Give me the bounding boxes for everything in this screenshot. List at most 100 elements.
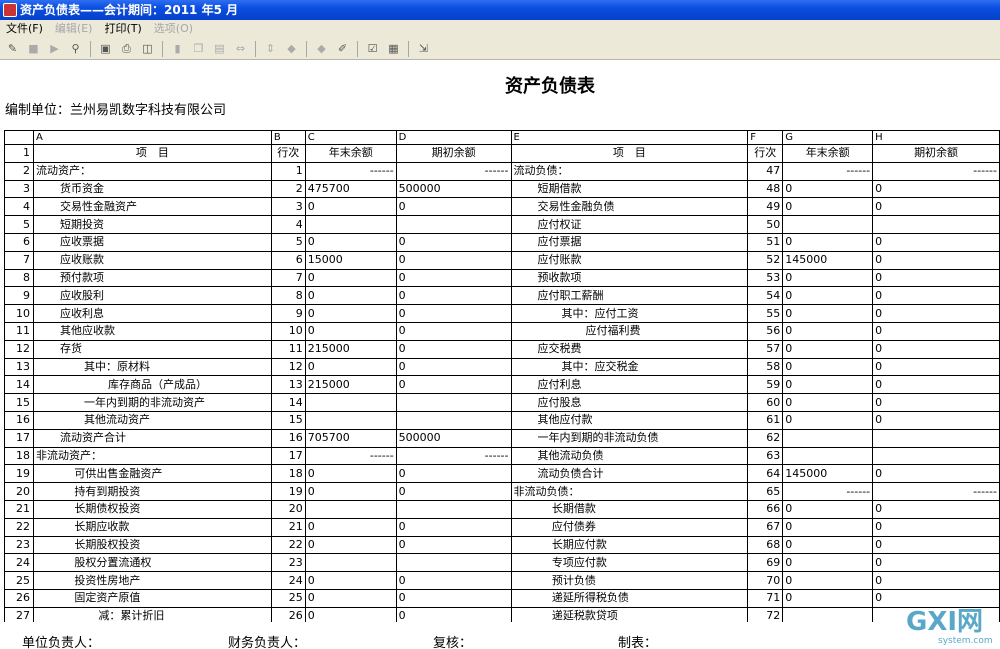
cell-f[interactable]: 54: [747, 286, 784, 306]
cell-d[interactable]: ------: [395, 446, 512, 466]
cell-a[interactable]: 应收股利: [32, 286, 272, 306]
row-number[interactable]: 4: [4, 197, 34, 217]
paste-icon[interactable]: ▤: [211, 40, 228, 57]
cell-b[interactable]: 26: [270, 606, 306, 622]
cell-f[interactable]: 49: [747, 197, 784, 217]
cell-d[interactable]: 0: [395, 339, 512, 359]
cell-g[interactable]: 0: [782, 357, 874, 377]
cell-a[interactable]: 应收票据: [32, 232, 272, 252]
cell-c[interactable]: ------: [304, 161, 397, 181]
cell-h[interactable]: [872, 428, 1000, 448]
cell-f[interactable]: 72: [747, 606, 784, 622]
cell-a[interactable]: 股权分置流通权: [32, 553, 272, 573]
cell-h[interactable]: 0: [872, 357, 1000, 377]
cell-b[interactable]: 行次: [270, 144, 306, 163]
cell-d[interactable]: 0: [395, 517, 512, 537]
cell-h[interactable]: 0: [872, 410, 1000, 430]
cell-e[interactable]: 其中：应交税金: [510, 357, 749, 377]
row-number[interactable]: 1: [4, 144, 34, 163]
cell-g[interactable]: 0: [782, 553, 874, 573]
cell-c[interactable]: 215000: [304, 375, 397, 395]
cell-e[interactable]: 应付权证: [510, 215, 749, 234]
cell-f[interactable]: 56: [747, 321, 784, 341]
cell-c[interactable]: 0: [304, 197, 397, 217]
cell-h[interactable]: 0: [872, 571, 1000, 590]
cell-f[interactable]: 行次: [747, 144, 784, 163]
cell-f[interactable]: 67: [747, 517, 784, 537]
row-number[interactable]: 16: [4, 410, 34, 430]
cell-c[interactable]: 0: [304, 588, 397, 608]
row-number[interactable]: 20: [4, 482, 34, 501]
cell-d[interactable]: 0: [395, 197, 512, 217]
cell-d[interactable]: 期初余额: [395, 144, 512, 163]
cell-c[interactable]: 475700: [304, 179, 397, 199]
cell-b[interactable]: 3: [270, 197, 306, 217]
cell-b[interactable]: 19: [270, 482, 306, 501]
cell-g[interactable]: [782, 606, 874, 622]
cell-a[interactable]: 长期股权投资: [32, 535, 272, 555]
cell-a[interactable]: 一年内到期的非流动资产: [32, 393, 272, 412]
cell-g[interactable]: 145000: [782, 464, 874, 484]
cell-a[interactable]: 持有到期投资: [32, 482, 272, 501]
zoom-icon[interactable]: ⇔: [232, 40, 249, 57]
cell-d[interactable]: 0: [395, 375, 512, 395]
cell-b[interactable]: 24: [270, 571, 306, 590]
cell-b[interactable]: 23: [270, 553, 306, 573]
row-number[interactable]: 7: [4, 250, 34, 270]
cell-f[interactable]: 59: [747, 375, 784, 395]
cell-a[interactable]: 投资性房地产: [32, 571, 272, 590]
cell-c[interactable]: 0: [304, 286, 397, 306]
cell-e[interactable]: 应付利息: [510, 375, 749, 395]
cell-a[interactable]: 存货: [32, 339, 272, 359]
cell-c[interactable]: 705700: [304, 428, 397, 448]
cell-g[interactable]: [782, 428, 874, 448]
cell-d[interactable]: [395, 499, 512, 519]
cell-a[interactable]: 可供出售金融资产: [32, 464, 272, 484]
cell-b[interactable]: 2: [270, 179, 306, 199]
cell-g[interactable]: 0: [782, 286, 874, 306]
cell-h[interactable]: ------: [872, 161, 1000, 181]
cell-g[interactable]: 0: [782, 304, 874, 323]
cell-g[interactable]: 145000: [782, 250, 874, 270]
open-icon[interactable]: ✎: [4, 40, 21, 57]
check-icon[interactable]: ☑: [364, 40, 381, 57]
cell-h[interactable]: 0: [872, 268, 1000, 288]
cell-e[interactable]: 专项应付款: [510, 553, 749, 573]
cell-a[interactable]: 库存商品（产成品）: [32, 375, 272, 395]
exit-icon[interactable]: ⇲: [415, 40, 432, 57]
cell-e[interactable]: 预计负债: [510, 571, 749, 590]
cell-c[interactable]: 0: [304, 268, 397, 288]
cell-d[interactable]: 0: [395, 286, 512, 306]
cell-d[interactable]: 0: [395, 232, 512, 252]
row-number[interactable]: 21: [4, 499, 34, 519]
cell-f[interactable]: 66: [747, 499, 784, 519]
cell-d[interactable]: 500000: [395, 179, 512, 199]
cell-g[interactable]: ------: [782, 161, 874, 181]
cell-e[interactable]: 流动负债：: [510, 161, 749, 181]
cell-g[interactable]: 0: [782, 588, 874, 608]
cell-f[interactable]: 58: [747, 357, 784, 377]
cell-f[interactable]: 68: [747, 535, 784, 555]
column-header-C[interactable]: C: [304, 130, 397, 145]
cell-d[interactable]: 0: [395, 464, 512, 484]
cell-a[interactable]: 货币资金: [32, 179, 272, 199]
cell-d[interactable]: 0: [395, 571, 512, 590]
row-number[interactable]: 15: [4, 393, 34, 412]
cell-g[interactable]: 0: [782, 375, 874, 395]
cell-c[interactable]: 0: [304, 517, 397, 537]
cell-d[interactable]: [395, 393, 512, 412]
cell-c[interactable]: 215000: [304, 339, 397, 359]
cell-c[interactable]: [304, 215, 397, 234]
cell-e[interactable]: 其他流动负债: [510, 446, 749, 466]
cell-c[interactable]: [304, 393, 397, 412]
cell-c[interactable]: 0: [304, 304, 397, 323]
cell-e[interactable]: 短期借款: [510, 179, 749, 199]
cell-g[interactable]: 0: [782, 393, 874, 412]
cell-h[interactable]: [872, 446, 1000, 466]
cell-f[interactable]: 69: [747, 553, 784, 573]
cell-d[interactable]: 0: [395, 304, 512, 323]
row-number[interactable]: 9: [4, 286, 34, 306]
row-number[interactable]: 2: [4, 161, 34, 181]
cell-g[interactable]: [782, 215, 874, 234]
cell-b[interactable]: 17: [270, 446, 306, 466]
